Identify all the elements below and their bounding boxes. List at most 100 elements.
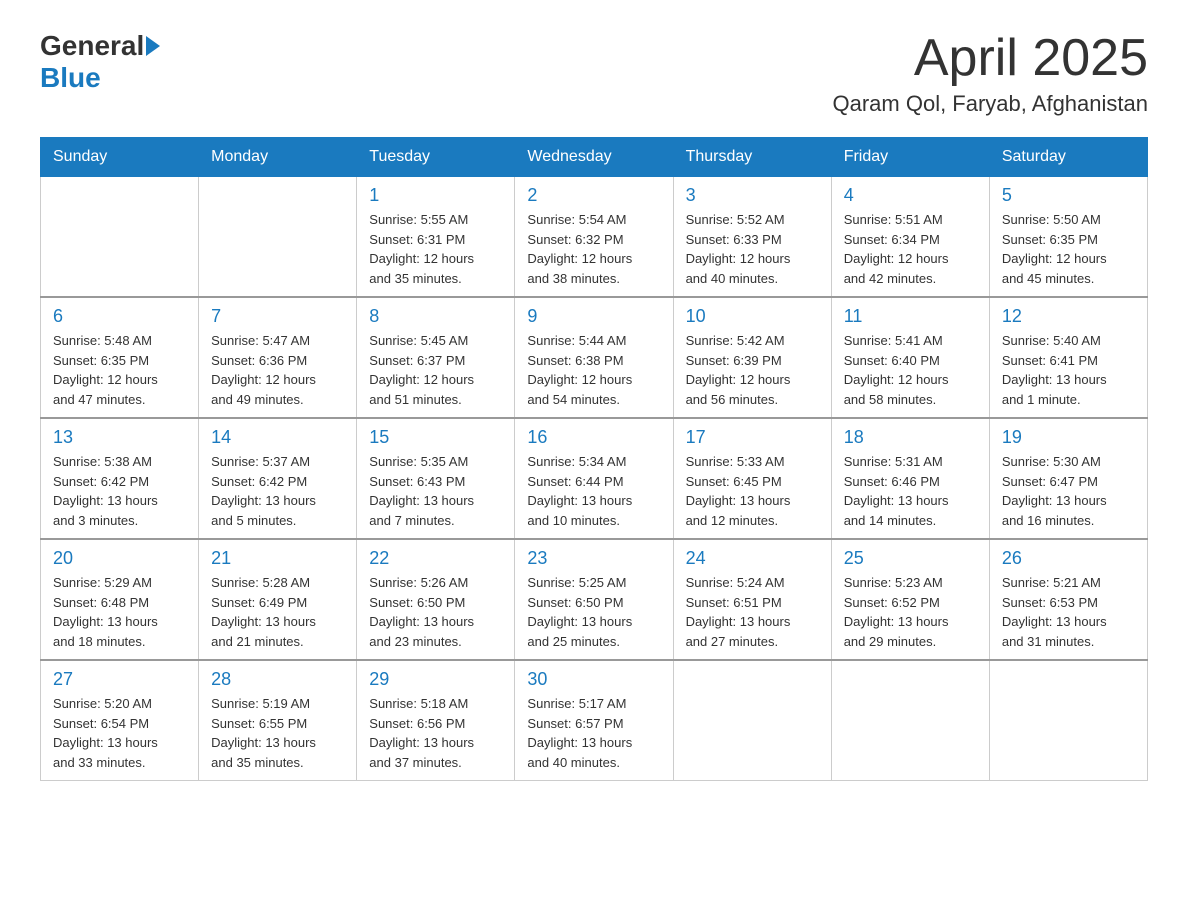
day-info: Sunrise: 5:47 AM Sunset: 6:36 PM Dayligh… — [211, 331, 344, 409]
day-info: Sunrise: 5:20 AM Sunset: 6:54 PM Dayligh… — [53, 694, 186, 772]
day-info: Sunrise: 5:45 AM Sunset: 6:37 PM Dayligh… — [369, 331, 502, 409]
calendar-cell: 30Sunrise: 5:17 AM Sunset: 6:57 PM Dayli… — [515, 660, 673, 781]
calendar-cell: 28Sunrise: 5:19 AM Sunset: 6:55 PM Dayli… — [199, 660, 357, 781]
calendar-cell: 11Sunrise: 5:41 AM Sunset: 6:40 PM Dayli… — [831, 297, 989, 418]
day-number: 26 — [1002, 548, 1135, 569]
day-number: 17 — [686, 427, 819, 448]
day-number: 22 — [369, 548, 502, 569]
day-number: 10 — [686, 306, 819, 327]
calendar-week-row: 20 Sunrise: 5:29 AM Sunset: 6:48 PM Dayli… — [41, 539, 1148, 660]
day-info: Sunrise: 5:42 AM Sunset: 6:39 PM Dayligh… — [686, 331, 819, 409]
calendar-table: SundayMondayTuesdayWednesdayThursdayFrid… — [40, 137, 1148, 781]
calendar-cell: 4 Sunrise: 5:51 AM Sunset: 6:34 PM Daylig… — [831, 177, 989, 298]
calendar-cell: 13 Sunrise: 5:38 AM Sunset: 6:42 PM Dayli… — [41, 418, 199, 539]
day-number: 2 — [527, 185, 660, 206]
calendar-cell: 29Sunrise: 5:18 AM Sunset: 6:56 PM Dayli… — [357, 660, 515, 781]
day-number: 23 — [527, 548, 660, 569]
day-number: 18 — [844, 427, 977, 448]
calendar-cell: 12Sunrise: 5:40 AM Sunset: 6:41 PM Dayli… — [989, 297, 1147, 418]
calendar-cell — [673, 660, 831, 781]
day-number: 24 — [686, 548, 819, 569]
calendar-cell: 8Sunrise: 5:45 AM Sunset: 6:37 PM Daylig… — [357, 297, 515, 418]
calendar-week-row: 6 Sunrise: 5:48 AM Sunset: 6:35 PM Daylig… — [41, 297, 1148, 418]
day-number: 27 — [53, 669, 186, 690]
day-info: Sunrise: 5:52 AM Sunset: 6:33 PM Dayligh… — [686, 210, 819, 288]
logo-triangle-icon — [146, 36, 160, 56]
day-number: 4 — [844, 185, 977, 206]
month-title: April 2025 — [833, 30, 1149, 87]
calendar-cell — [989, 660, 1147, 781]
day-number: 11 — [844, 306, 977, 327]
calendar-cell: 15 Sunrise: 5:35 AM Sunset: 6:43 PM Dayli… — [357, 418, 515, 539]
day-number: 25 — [844, 548, 977, 569]
header-right: April 2025 Qaram Qol, Faryab, Afghanista… — [833, 30, 1149, 117]
calendar-cell: 23Sunrise: 5:25 AM Sunset: 6:50 PM Dayli… — [515, 539, 673, 660]
day-info: Sunrise: 5:26 AM Sunset: 6:50 PM Dayligh… — [369, 573, 502, 651]
day-number: 7 — [211, 306, 344, 327]
day-info: Sunrise: 5:34 AM Sunset: 6:44 PM Dayligh… — [527, 452, 660, 530]
calendar-cell: 24 Sunrise: 5:24 AM Sunset: 6:51 PM Dayli… — [673, 539, 831, 660]
day-info: Sunrise: 5:35 AM Sunset: 6:43 PM Dayligh… — [369, 452, 502, 530]
day-info: Sunrise: 5:23 AM Sunset: 6:52 PM Dayligh… — [844, 573, 977, 651]
day-number: 9 — [527, 306, 660, 327]
calendar-cell: 3Sunrise: 5:52 AM Sunset: 6:33 PM Daylig… — [673, 177, 831, 298]
day-number: 19 — [1002, 427, 1135, 448]
day-info: Sunrise: 5:29 AM Sunset: 6:48 PM Dayligh… — [53, 573, 186, 651]
day-info: Sunrise: 5:37 AM Sunset: 6:42 PM Dayligh… — [211, 452, 344, 530]
day-number: 1 — [369, 185, 502, 206]
calendar-cell: 18 Sunrise: 5:31 AM Sunset: 6:46 PM Dayli… — [831, 418, 989, 539]
day-number: 21 — [211, 548, 344, 569]
calendar-week-row: 27 Sunrise: 5:20 AM Sunset: 6:54 PM Dayli… — [41, 660, 1148, 781]
calendar-cell: 14Sunrise: 5:37 AM Sunset: 6:42 PM Dayli… — [199, 418, 357, 539]
day-number: 12 — [1002, 306, 1135, 327]
day-info: Sunrise: 5:33 AM Sunset: 6:45 PM Dayligh… — [686, 452, 819, 530]
day-info: Sunrise: 5:48 AM Sunset: 6:35 PM Dayligh… — [53, 331, 186, 409]
day-info: Sunrise: 5:30 AM Sunset: 6:47 PM Dayligh… — [1002, 452, 1135, 530]
calendar-cell: 2 Sunrise: 5:54 AM Sunset: 6:32 PM Daylig… — [515, 177, 673, 298]
weekday-header-thursday: Thursday — [673, 138, 831, 177]
weekday-header-wednesday: Wednesday — [515, 138, 673, 177]
day-info: Sunrise: 5:21 AM Sunset: 6:53 PM Dayligh… — [1002, 573, 1135, 651]
day-info: Sunrise: 5:38 AM Sunset: 6:42 PM Dayligh… — [53, 452, 186, 530]
day-number: 15 — [369, 427, 502, 448]
calendar-cell: 7 Sunrise: 5:47 AM Sunset: 6:36 PM Daylig… — [199, 297, 357, 418]
day-info: Sunrise: 5:24 AM Sunset: 6:51 PM Dayligh… — [686, 573, 819, 651]
day-info: Sunrise: 5:55 AM Sunset: 6:31 PM Dayligh… — [369, 210, 502, 288]
weekday-header-row: SundayMondayTuesdayWednesdayThursdayFrid… — [41, 138, 1148, 177]
day-number: 13 — [53, 427, 186, 448]
calendar-cell: 17 Sunrise: 5:33 AM Sunset: 6:45 PM Dayli… — [673, 418, 831, 539]
calendar-cell: 1 Sunrise: 5:55 AM Sunset: 6:31 PM Daylig… — [357, 177, 515, 298]
calendar-cell: 26 Sunrise: 5:21 AM Sunset: 6:53 PM Dayli… — [989, 539, 1147, 660]
day-info: Sunrise: 5:51 AM Sunset: 6:34 PM Dayligh… — [844, 210, 977, 288]
day-number: 29 — [369, 669, 502, 690]
day-number: 16 — [527, 427, 660, 448]
calendar-cell — [199, 177, 357, 298]
calendar-cell: 19 Sunrise: 5:30 AM Sunset: 6:47 PM Dayli… — [989, 418, 1147, 539]
weekday-header-saturday: Saturday — [989, 138, 1147, 177]
weekday-header-tuesday: Tuesday — [357, 138, 515, 177]
logo: General Blue — [40, 30, 162, 94]
calendar-cell: 21Sunrise: 5:28 AM Sunset: 6:49 PM Dayli… — [199, 539, 357, 660]
logo-blue-text: Blue — [40, 62, 101, 94]
logo-general-text: General — [40, 30, 144, 62]
calendar-cell: 25 Sunrise: 5:23 AM Sunset: 6:52 PM Dayli… — [831, 539, 989, 660]
calendar-cell: 5 Sunrise: 5:50 AM Sunset: 6:35 PM Daylig… — [989, 177, 1147, 298]
weekday-header-friday: Friday — [831, 138, 989, 177]
calendar-cell: 22 Sunrise: 5:26 AM Sunset: 6:50 PM Dayli… — [357, 539, 515, 660]
calendar-cell — [831, 660, 989, 781]
day-info: Sunrise: 5:31 AM Sunset: 6:46 PM Dayligh… — [844, 452, 977, 530]
day-number: 30 — [527, 669, 660, 690]
day-number: 20 — [53, 548, 186, 569]
calendar-cell: 20 Sunrise: 5:29 AM Sunset: 6:48 PM Dayli… — [41, 539, 199, 660]
calendar-cell: 10 Sunrise: 5:42 AM Sunset: 6:39 PM Dayli… — [673, 297, 831, 418]
calendar-cell: 9Sunrise: 5:44 AM Sunset: 6:38 PM Daylig… — [515, 297, 673, 418]
day-number: 5 — [1002, 185, 1135, 206]
day-info: Sunrise: 5:54 AM Sunset: 6:32 PM Dayligh… — [527, 210, 660, 288]
day-number: 6 — [53, 306, 186, 327]
day-info: Sunrise: 5:50 AM Sunset: 6:35 PM Dayligh… — [1002, 210, 1135, 288]
calendar-cell — [41, 177, 199, 298]
day-number: 28 — [211, 669, 344, 690]
calendar-week-row: 13 Sunrise: 5:38 AM Sunset: 6:42 PM Dayli… — [41, 418, 1148, 539]
calendar-cell: 27 Sunrise: 5:20 AM Sunset: 6:54 PM Dayli… — [41, 660, 199, 781]
page-header: General Blue April 2025 Qaram Qol, Farya… — [40, 30, 1148, 117]
